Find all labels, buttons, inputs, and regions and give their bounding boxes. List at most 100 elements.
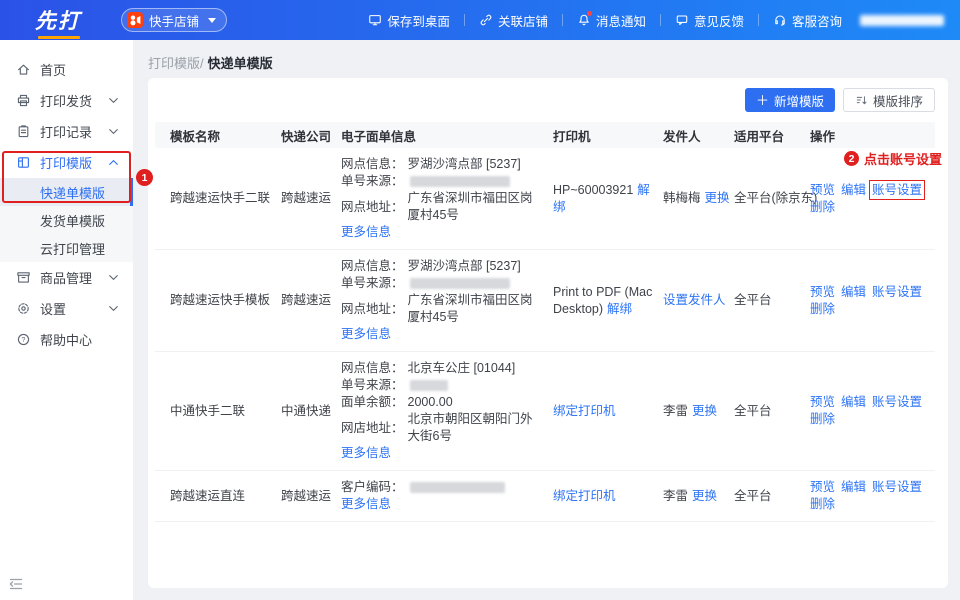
waybill-value: 罗湖沙湾点部 [5237]: [408, 258, 521, 275]
account-settings-link[interactable]: 账号设置: [872, 183, 922, 197]
edit-link[interactable]: 编辑: [841, 395, 866, 409]
goods-icon: [16, 270, 31, 285]
add-template-button[interactable]: ＋ 新增模版: [745, 88, 835, 112]
kuaishou-icon: [127, 12, 143, 28]
cell-express-company: 跨越速运: [281, 488, 341, 505]
waybill-line: 单号来源：: [341, 173, 543, 190]
waybill-line: 网点地址：广东省深圳市福田区岗厦村45号: [341, 190, 543, 224]
table-header: 模板名称快递公司电子面单信息打印机发件人适用平台操作: [155, 122, 935, 148]
edit-link[interactable]: 编辑: [841, 183, 866, 197]
annotation-step-2: 2 点击账号设置: [844, 149, 942, 168]
delete-link[interactable]: 删除: [810, 412, 835, 426]
chevron-down-icon: [106, 124, 121, 139]
cell-actions: 预览编辑账号设置删除: [810, 479, 935, 513]
store-switcher[interactable]: 快手店铺: [121, 8, 227, 32]
waybill-value: 北京市朝阳区朝阳门外大街6号: [408, 411, 543, 445]
notification-badge: [587, 11, 592, 16]
sidebar-item-4[interactable]: 打印模版: [0, 147, 133, 178]
sender-action-link[interactable]: 更换: [705, 191, 730, 205]
sort-template-label: 模版排序: [873, 91, 923, 110]
waybill-label: 单号来源：: [341, 173, 404, 190]
feedback-icon: [675, 13, 689, 27]
delete-link[interactable]: 删除: [810, 497, 835, 511]
printer-action-link[interactable]: 解绑: [607, 302, 632, 316]
sidebar: 首页打印发货打印记录打印模版快递单模版发货单模版云打印管理商品管理设置 ?帮助中心: [0, 40, 133, 600]
sender-action-link[interactable]: 设置发件人: [663, 293, 726, 307]
sidebar-item-1[interactable]: 首页: [0, 54, 133, 85]
topbar-divider: [758, 14, 759, 26]
chevron-down-icon: [106, 301, 121, 316]
sidebar-item-9[interactable]: 设置: [0, 293, 133, 324]
topbar-item-5[interactable]: 客服咨询: [773, 11, 842, 30]
waybill-label: 单号来源：: [341, 377, 404, 394]
preview-link[interactable]: 预览: [810, 285, 835, 299]
sidebar-item-10[interactable]: ?帮助中心: [0, 324, 133, 355]
edit-link[interactable]: 编辑: [841, 285, 866, 299]
topbar-item-2[interactable]: 关联店铺: [479, 11, 548, 30]
link-icon: [479, 13, 493, 27]
cell-platform: 全平台: [734, 292, 810, 309]
cell-template-name: 跨越速运快手二联: [155, 190, 281, 207]
record-icon: [16, 124, 31, 139]
topbar-item-1[interactable]: 保存到桌面: [368, 11, 450, 30]
sidebar-item-label: 打印发货: [40, 91, 92, 110]
chevron-up-icon: [106, 155, 121, 170]
cell-actions: 预览编辑账号设置删除: [810, 182, 935, 216]
cell-template-name: 跨越速运直连: [155, 488, 281, 505]
template-table: 模板名称快递公司电子面单信息打印机发件人适用平台操作 跨越速运快手二联跨越速运 网…: [155, 122, 935, 522]
table-row: 跨越速运快手模板跨越速运网点信息：罗湖沙湾点部 [5237]单号来源：网点地址：…: [155, 250, 935, 352]
account-settings-link[interactable]: 账号设置: [872, 480, 922, 494]
account-settings-link[interactable]: 账号设置: [872, 285, 922, 299]
sender-name: 韩梅梅: [663, 191, 701, 205]
waybill-label: 网点地址：: [341, 301, 404, 318]
cell-sender: 李雷更换: [663, 403, 734, 420]
preview-link[interactable]: 预览: [810, 183, 835, 197]
column-header-3: 电子面单信息: [341, 126, 553, 145]
blurred-value: [410, 482, 505, 493]
topbar: 先打 快手店铺 保存到桌面关联店铺消息通知意见反馈客服咨询: [0, 0, 960, 40]
breadcrumb-parent[interactable]: 打印模版/: [148, 53, 204, 72]
more-info-link[interactable]: 更多信息: [341, 327, 391, 341]
blurred-value: [410, 380, 448, 391]
more-info-link[interactable]: 更多信息: [341, 225, 391, 239]
chevron-down-icon: [106, 93, 121, 108]
topbar-item-4[interactable]: 意见反馈: [675, 11, 744, 30]
topbar-item-3[interactable]: 消息通知: [577, 11, 646, 30]
sidebar-subitem-label: 发货单模版: [40, 211, 105, 230]
template-icon: [16, 155, 31, 170]
sidebar-menu: 首页打印发货打印记录打印模版快递单模版发货单模版云打印管理商品管理设置 ?帮助中心: [0, 54, 133, 355]
account-settings-link[interactable]: 账号设置: [872, 395, 922, 409]
sidebar-item-label: 打印记录: [40, 122, 92, 141]
sidebar-subitem-5[interactable]: 快递单模版: [0, 178, 133, 206]
more-info-link[interactable]: 更多信息: [341, 497, 391, 511]
printer-action-link[interactable]: 绑定打印机: [553, 489, 616, 503]
sender-action-link[interactable]: 更换: [692, 489, 717, 503]
table-row: 跨越速运直连跨越速运客户编码：更多信息绑定打印机李雷更换全平台预览编辑账号设置删…: [155, 471, 935, 522]
breadcrumb-current: 快递单模版: [208, 53, 273, 72]
printer-action-link[interactable]: 绑定打印机: [553, 404, 616, 418]
cell-platform: 全平台: [734, 403, 810, 420]
edit-link[interactable]: 编辑: [841, 480, 866, 494]
preview-link[interactable]: 预览: [810, 395, 835, 409]
cell-printer: Print to PDF (Mac Desktop)解绑: [553, 284, 663, 318]
cell-sender: 设置发件人: [663, 292, 734, 309]
sidebar-subitem-7[interactable]: 云打印管理: [0, 234, 133, 262]
help-icon: ?: [16, 332, 31, 347]
delete-link[interactable]: 删除: [810, 200, 835, 214]
sidebar-item-3[interactable]: 打印记录: [0, 116, 133, 147]
sender-action-link[interactable]: 更换: [692, 404, 717, 418]
cell-platform: 全平台: [734, 488, 810, 505]
account-name-blurred[interactable]: [860, 15, 944, 26]
sidebar-item-8[interactable]: 商品管理: [0, 262, 133, 293]
sort-template-button[interactable]: 模版排序: [843, 88, 935, 112]
preview-link[interactable]: 预览: [810, 480, 835, 494]
delete-link[interactable]: 删除: [810, 302, 835, 316]
sidebar-subitem-6[interactable]: 发货单模版: [0, 206, 133, 234]
blurred-value: [410, 278, 510, 289]
waybill-value: 广东省深圳市福田区岗厦村45号: [408, 292, 543, 326]
sidebar-item-2[interactable]: 打印发货: [0, 85, 133, 116]
topbar-divider: [660, 14, 661, 26]
sidebar-item-label: 设置: [40, 299, 66, 318]
sidebar-collapse-icon[interactable]: [8, 576, 24, 592]
more-info-link[interactable]: 更多信息: [341, 446, 391, 460]
